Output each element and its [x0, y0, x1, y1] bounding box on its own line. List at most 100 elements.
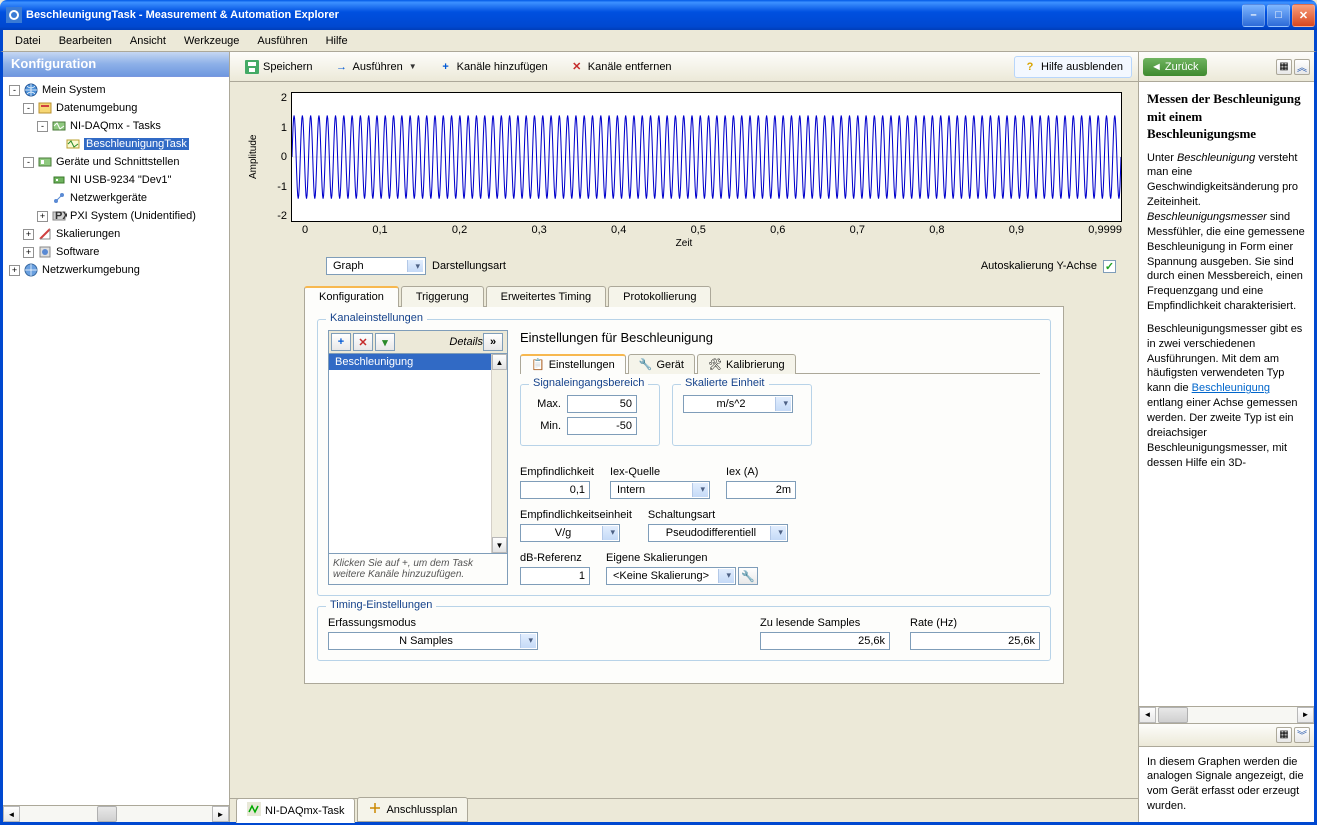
tree-item[interactable]: -NI-DAQmx - Tasks	[5, 117, 227, 135]
menu-item[interactable]: Datei	[7, 33, 49, 49]
tree-expander[interactable]: -	[9, 85, 20, 96]
bottom-tab-task[interactable]: NI-DAQmx-Task	[236, 798, 355, 823]
iexsrc-select[interactable]: Intern	[610, 481, 710, 499]
help2-collapse-icon[interactable]: ︾	[1294, 727, 1310, 743]
help2-tool-icon[interactable]: ▦	[1276, 727, 1292, 743]
data-icon	[37, 100, 53, 116]
channel-vscroll[interactable]: ▲ ▼	[491, 354, 507, 553]
channel-box: + ✕ ▾ Details » Beschleunigung	[328, 330, 508, 585]
iex-input[interactable]	[726, 481, 796, 499]
bottom-tab-conn[interactable]: Anschlussplan	[357, 797, 468, 822]
menu-item[interactable]: Werkzeuge	[176, 33, 247, 49]
details-label: Details	[449, 336, 483, 348]
tree-item[interactable]: -Mein System	[5, 81, 227, 99]
menu-item[interactable]: Bearbeiten	[51, 33, 120, 49]
min-input[interactable]	[567, 417, 637, 435]
unit-select[interactable]: m/s^2	[683, 395, 793, 413]
channel-options-icon[interactable]: ▾	[375, 333, 395, 351]
tree-label: Skalierungen	[56, 228, 120, 240]
tree-item[interactable]: +PXIPXI System (Unidentified)	[5, 207, 227, 225]
config-tree[interactable]: -Mein System-Datenumgebung-NI-DAQmx - Ta…	[3, 77, 229, 805]
max-label: Max.	[531, 398, 561, 410]
plus-icon: +	[439, 60, 453, 74]
tab-trigger[interactable]: Triggerung	[401, 286, 484, 307]
tree-item[interactable]: + Software	[5, 243, 227, 261]
tree-item[interactable]: -Geräte und Schnittstellen	[5, 153, 227, 171]
menubar: Datei Bearbeiten Ansicht Werkzeuge Ausfü…	[0, 30, 1317, 52]
channel-item[interactable]: Beschleunigung	[329, 354, 507, 370]
display-type-select[interactable]: Graph	[326, 257, 426, 275]
chart-plot[interactable]	[291, 92, 1122, 222]
range-legend: Signaleingangsbereich	[529, 377, 648, 389]
menu-item[interactable]: Ausführen	[249, 33, 315, 49]
tree-item[interactable]: BeschleunigungTask	[5, 135, 227, 153]
help-link[interactable]: Beschleunigung	[1192, 382, 1270, 394]
help-hscroll[interactable]: ◄ ►	[1139, 706, 1314, 723]
menu-item[interactable]: Ansicht	[122, 33, 174, 49]
tab-log[interactable]: Protokollierung	[608, 286, 711, 307]
tree-label: Netzwerkgeräte	[70, 192, 147, 204]
save-button[interactable]: Speichern	[236, 56, 322, 78]
close-button[interactable]: ✕	[1292, 4, 1315, 27]
timing-legend: Timing-Einstellungen	[326, 599, 436, 611]
tree-expander[interactable]: -	[37, 121, 48, 132]
tree-expander[interactable]: +	[37, 211, 48, 222]
rate-input[interactable]	[910, 632, 1040, 650]
tab-timing[interactable]: Erweitertes Timing	[486, 286, 606, 307]
term-select[interactable]: Pseudodifferentiell	[648, 524, 788, 542]
daq-icon	[51, 118, 67, 134]
tree-expander[interactable]: -	[23, 103, 34, 114]
tree-item[interactable]: + Skalierungen	[5, 225, 227, 243]
max-input[interactable]	[567, 395, 637, 413]
run-button[interactable]: → Ausführen ▼	[326, 56, 426, 78]
dbref-input[interactable]	[520, 567, 590, 585]
back-arrow-icon: ◄	[1151, 61, 1162, 73]
run-icon: →	[335, 60, 349, 74]
tree-expander[interactable]: -	[23, 157, 34, 168]
software-icon	[37, 244, 53, 260]
tree-item[interactable]: +Netzwerkumgebung	[5, 261, 227, 279]
globe-icon	[23, 82, 39, 98]
net-icon	[51, 190, 67, 206]
help-collapse-icon[interactable]: ︽	[1294, 59, 1310, 75]
channel-list[interactable]: Beschleunigung ▲ ▼	[328, 354, 508, 554]
subtab-calib[interactable]: 🛠 Kalibrierung	[697, 354, 796, 374]
tree-hscroll[interactable]: ◄►	[3, 805, 229, 822]
mode-label: Erfassungsmodus	[328, 617, 740, 629]
save-icon	[245, 60, 259, 74]
remove-channels-button[interactable]: ✕ Kanäle entfernen	[561, 56, 681, 78]
tree-expander[interactable]: +	[23, 229, 34, 240]
tree-item[interactable]: Netzwerkgeräte	[5, 189, 227, 207]
remove-channel-icon[interactable]: ✕	[353, 333, 373, 351]
mode-select[interactable]: N Samples	[328, 632, 538, 650]
subtab-settings[interactable]: 📋 Einstellungen	[520, 354, 626, 374]
add-channel-icon[interactable]: +	[331, 333, 351, 351]
hide-help-button[interactable]: ? Hilfe ausblenden	[1014, 56, 1132, 78]
autoscale-checkbox[interactable]: ✓	[1103, 260, 1116, 273]
dbref-label: dB-Referenz	[520, 552, 590, 564]
details-expand-icon[interactable]: »	[483, 333, 503, 351]
help-back-button[interactable]: ◄ Zurück	[1143, 58, 1207, 76]
tab-config[interactable]: Konfiguration	[304, 286, 399, 307]
help-tool-icon[interactable]: ▦	[1276, 59, 1292, 75]
sensunit-select[interactable]: V/g	[520, 524, 620, 542]
custscale-select[interactable]: <Keine Skalierung>	[606, 567, 736, 585]
rate-label: Rate (Hz)	[910, 617, 1040, 629]
tree-expander[interactable]: +	[23, 247, 34, 258]
maximize-button[interactable]: □	[1267, 4, 1290, 27]
tree-label: Software	[56, 246, 99, 258]
tree-item[interactable]: NI USB-9234 "Dev1"	[5, 171, 227, 189]
minimize-button[interactable]: –	[1242, 4, 1265, 27]
tree-label: Datenumgebung	[56, 102, 137, 114]
subtab-device[interactable]: 🔧 Gerät	[628, 354, 695, 374]
chart-area: Amplitude 210-1-2 00,10,20,30,40,50,60,7…	[246, 92, 1122, 275]
add-channels-button[interactable]: + Kanäle hinzufügen	[430, 56, 557, 78]
sens-input[interactable]	[520, 481, 590, 499]
tree-expander[interactable]: +	[9, 265, 20, 276]
custscale-label: Eigene Skalierungen	[606, 552, 760, 564]
custscale-wrench-icon[interactable]: 🔧	[738, 567, 758, 585]
samples-input[interactable]	[760, 632, 890, 650]
main-toolbar: Speichern → Ausführen ▼ + Kanäle hinzufü…	[230, 52, 1138, 82]
tree-item[interactable]: - Datenumgebung	[5, 99, 227, 117]
menu-item[interactable]: Hilfe	[318, 33, 356, 49]
